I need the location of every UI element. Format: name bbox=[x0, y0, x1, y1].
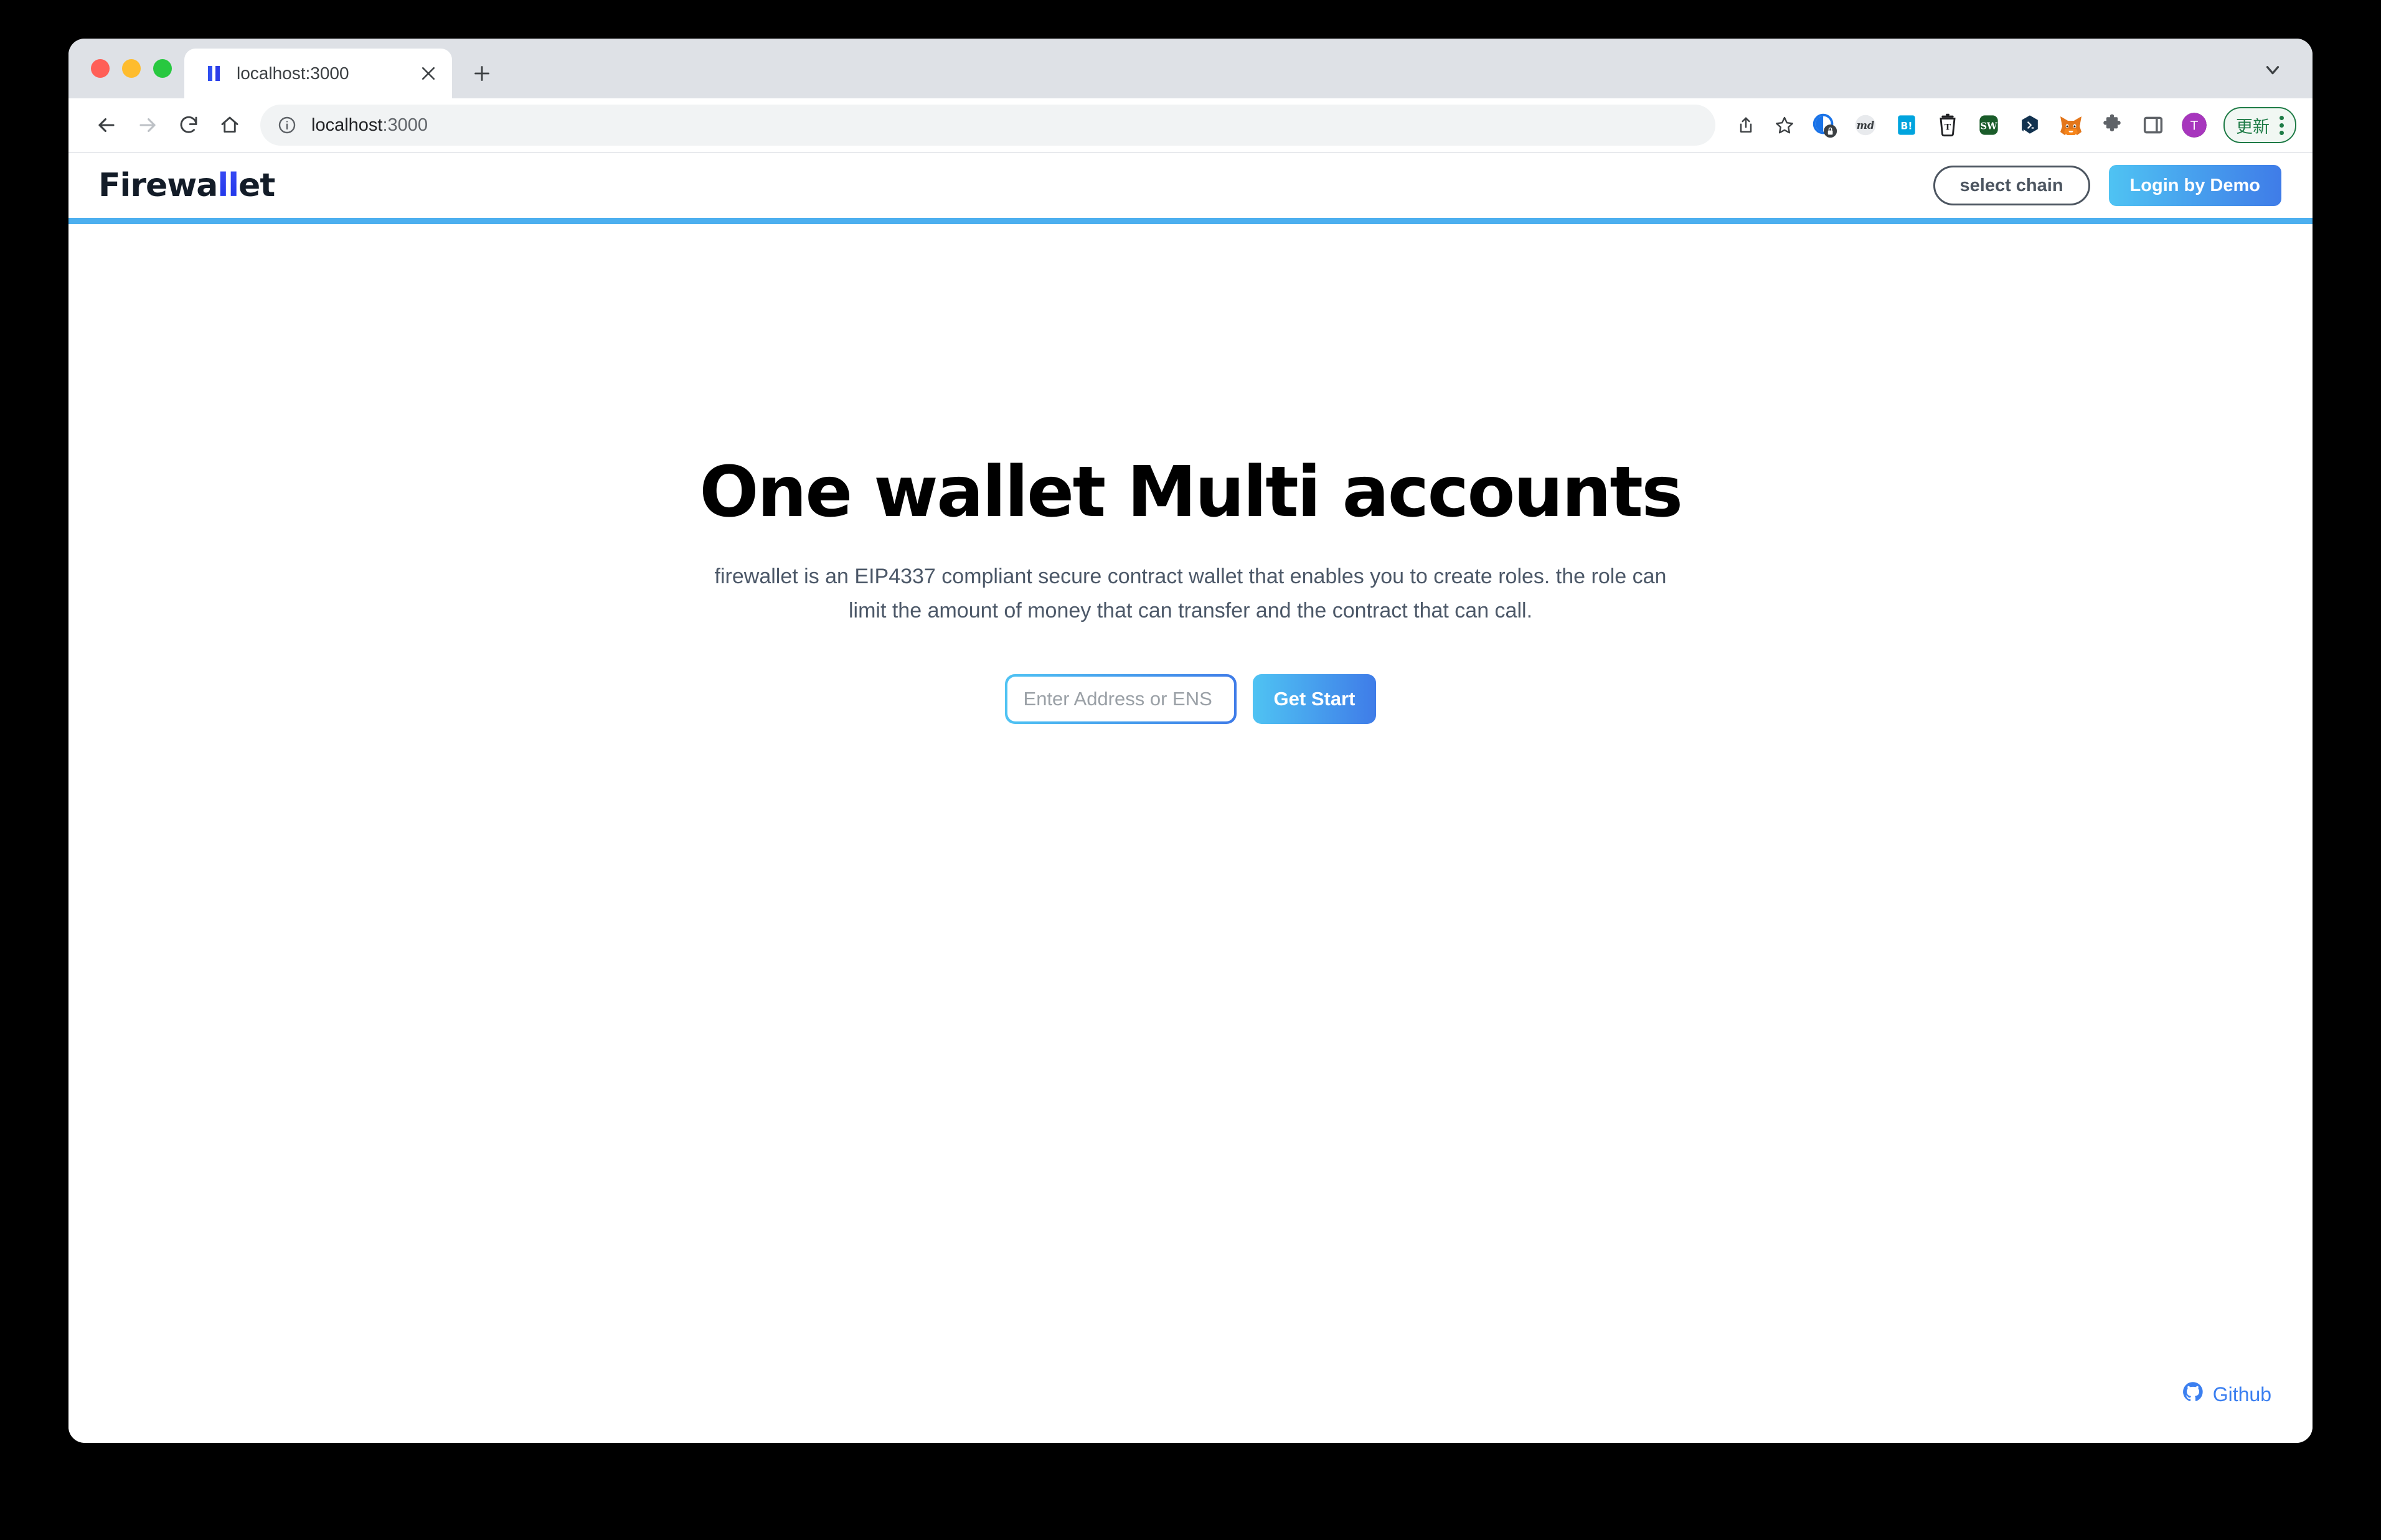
address-bar-url: localhost:3000 bbox=[311, 115, 428, 136]
avatar[interactable]: T bbox=[2176, 106, 2213, 144]
update-button-label: 更新 bbox=[2236, 117, 2270, 136]
address-port: :3000 bbox=[382, 115, 428, 135]
chevron-down-icon[interactable] bbox=[2255, 52, 2290, 87]
header-actions: select chain Login by Demo bbox=[1933, 165, 2281, 206]
kebab-menu-icon[interactable] bbox=[2276, 115, 2288, 135]
login-by-demo-button[interactable]: Login by Demo bbox=[2108, 165, 2281, 206]
window-maximize-button[interactable] bbox=[153, 59, 172, 78]
hatena-bookmark-extension-icon[interactable]: B! bbox=[1888, 106, 1925, 144]
metamask-extension-icon[interactable] bbox=[2052, 106, 2090, 144]
browser-window: localhost:3000 localhost:3000 md B! T SW… bbox=[68, 39, 2313, 1443]
arrow-right-icon[interactable] bbox=[127, 105, 168, 146]
get-start-button[interactable]: Get Start bbox=[1252, 674, 1377, 725]
toolbar-actions: md B! T SW T 更新 bbox=[1727, 106, 2296, 144]
window-close-button[interactable] bbox=[91, 59, 110, 78]
close-icon[interactable] bbox=[416, 61, 441, 86]
select-chain-button[interactable]: select chain bbox=[1933, 166, 2090, 205]
address-host: localhost bbox=[311, 115, 383, 135]
header-accent-bar bbox=[68, 218, 2313, 224]
info-circle-icon[interactable] bbox=[276, 115, 298, 136]
page-title: One wallet Multi accounts bbox=[699, 452, 1683, 533]
privacy-lock-extension-icon[interactable] bbox=[1806, 106, 1843, 144]
home-icon[interactable] bbox=[209, 105, 250, 146]
browser-tab[interactable]: localhost:3000 bbox=[184, 49, 452, 98]
page-content: Firewa ll et select chain Login by Demo On… bbox=[68, 153, 2313, 1443]
get-started-form: Get Start bbox=[1004, 674, 1377, 725]
tab-trash-extension-icon[interactable]: T bbox=[1929, 106, 1966, 144]
extensions-puzzle-icon[interactable] bbox=[2093, 106, 2131, 144]
steam-workshop-extension-icon[interactable]: SW bbox=[1970, 106, 2007, 144]
window-minimize-button[interactable] bbox=[122, 59, 141, 78]
hero-subtitle: firewallet is an EIP4337 compliant secur… bbox=[714, 565, 1667, 623]
update-button[interactable]: 更新 bbox=[2223, 107, 2296, 143]
github-link-label: Github bbox=[2212, 1383, 2271, 1406]
app-header: Firewa ll et select chain Login by Demo bbox=[68, 153, 2313, 218]
svg-text:B!: B! bbox=[1901, 120, 1913, 131]
github-icon bbox=[2182, 1381, 2204, 1408]
svg-text:SW: SW bbox=[1980, 121, 1997, 131]
share-icon[interactable] bbox=[1727, 106, 1765, 144]
tab-strip: localhost:3000 bbox=[68, 39, 2313, 98]
tab-title: localhost:3000 bbox=[237, 63, 349, 83]
browser-toolbar: localhost:3000 md B! T SW T 更新 bbox=[68, 98, 2313, 153]
logo-accent: ll bbox=[217, 167, 239, 204]
traffic-lights bbox=[68, 39, 184, 98]
address-input-wrapper bbox=[1004, 674, 1237, 725]
logo-prefix: Firewa bbox=[98, 167, 218, 204]
address-bar[interactable]: localhost:3000 bbox=[260, 105, 1715, 146]
side-panel-icon[interactable] bbox=[2134, 106, 2172, 144]
firewallet-bars-icon bbox=[203, 63, 224, 84]
chat-bubble-extension-icon[interactable] bbox=[2011, 106, 2049, 144]
address-input[interactable] bbox=[1007, 677, 1234, 722]
svg-text:T: T bbox=[2190, 118, 2199, 133]
hero-section: One wallet Multi accounts firewallet is … bbox=[68, 224, 2313, 1443]
markdown-extension-icon[interactable]: md bbox=[1847, 106, 1884, 144]
logo-suffix: et bbox=[238, 167, 275, 204]
reload-icon[interactable] bbox=[168, 105, 209, 146]
svg-text:T: T bbox=[1945, 123, 1951, 133]
arrow-left-icon[interactable] bbox=[86, 105, 127, 146]
plus-icon[interactable] bbox=[462, 54, 502, 93]
github-link[interactable]: Github bbox=[2182, 1381, 2271, 1408]
svg-text:md: md bbox=[1857, 120, 1875, 131]
app-logo[interactable]: Firewa ll et bbox=[98, 167, 275, 204]
star-icon[interactable] bbox=[1765, 106, 1804, 144]
